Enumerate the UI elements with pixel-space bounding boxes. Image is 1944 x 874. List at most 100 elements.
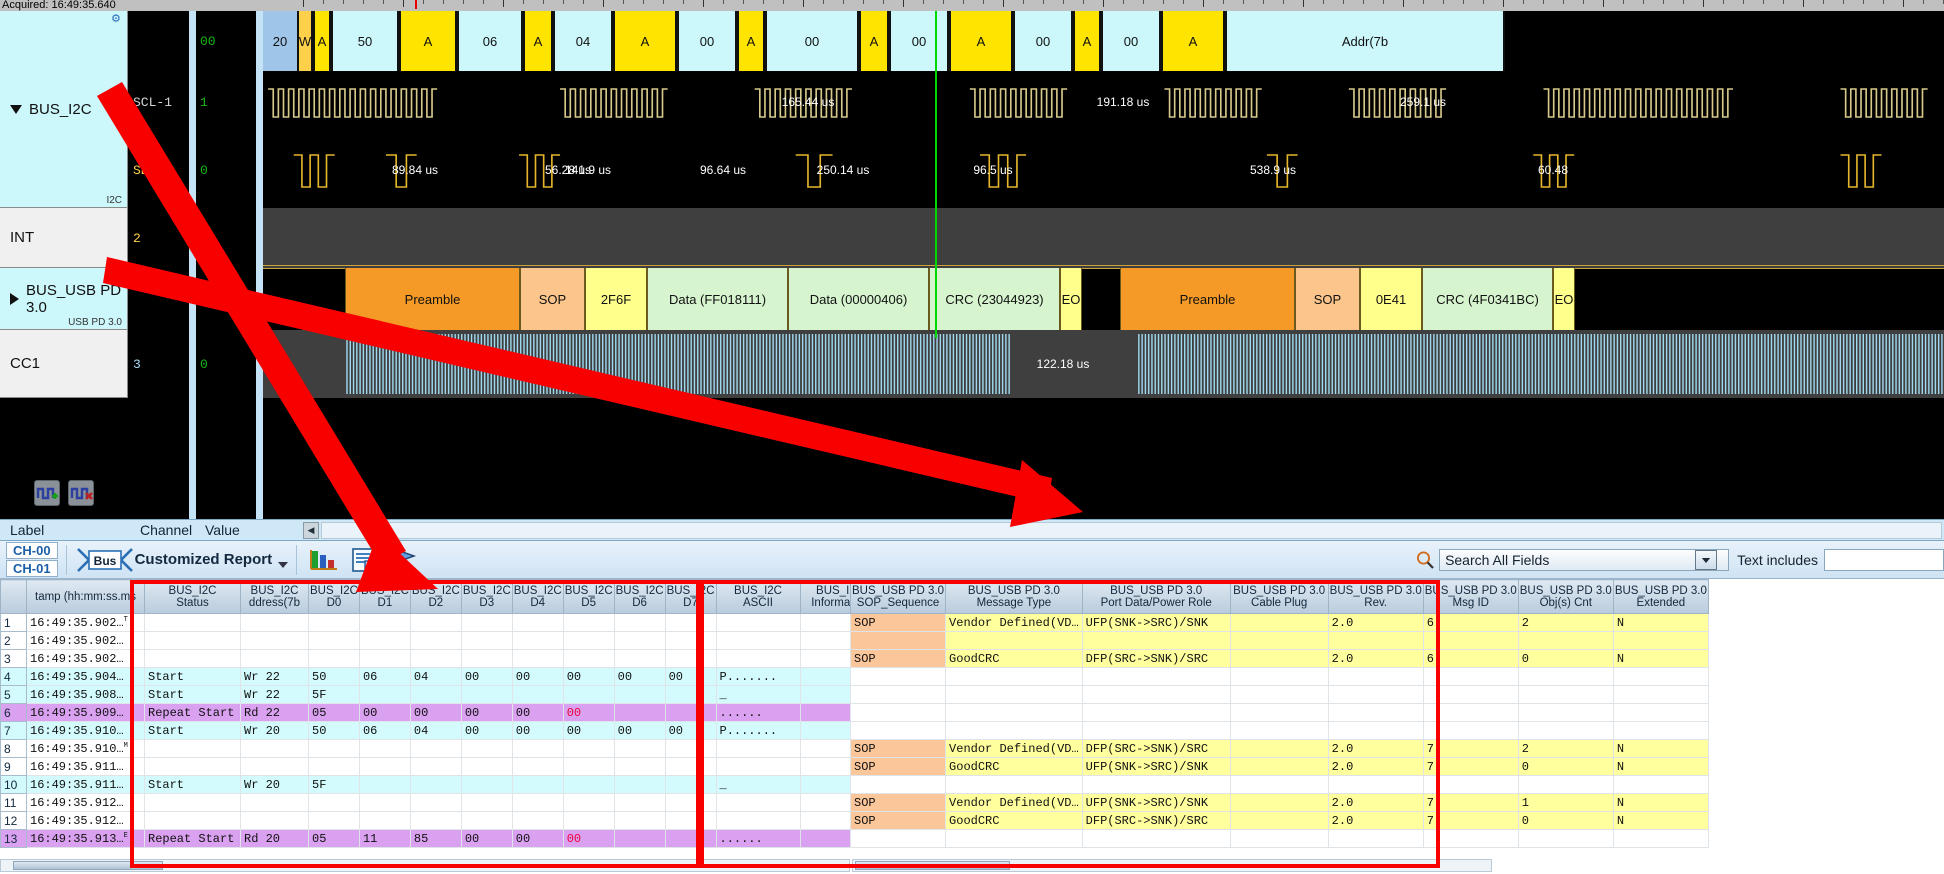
usbpd-packet-block[interactable]: CRC (4F0341BC)	[1422, 268, 1553, 330]
expand-triangle-icon[interactable]	[10, 293, 19, 305]
chevron-down-icon[interactable]	[278, 562, 288, 568]
i2c-report-table[interactable]: tamp (hh:mm:ss.msBUS_I2CStatusBUS_I2Cddr…	[0, 579, 881, 848]
cc1-waveform-lane[interactable]: 122.18 us	[263, 330, 1944, 398]
usbpd-column-header[interactable]: BUS_USB PD 3.0Obj(s) Cnt	[1518, 580, 1613, 614]
i2c-column-header[interactable]: BUS_I2Cddress(7b	[241, 580, 309, 614]
i2c-column-header[interactable]: BUS_I2CStatus	[145, 580, 241, 614]
table-row[interactable]	[851, 632, 1709, 650]
i2c-decode-segment[interactable]: 50	[331, 11, 399, 71]
scope-panes[interactable]: 20WA50A06A04A00A00A00A00A00AAddr(7b 165.…	[263, 11, 1944, 524]
search-field-container[interactable]	[1439, 549, 1729, 571]
bar-chart-icon[interactable]	[308, 545, 342, 575]
usbpd-report-table[interactable]: BUS_USB PD 3.0SOP_SequenceBUS_USB PD 3.0…	[850, 579, 1709, 848]
table-row[interactable]: 316:49:35.902…	[1, 650, 881, 668]
table-row[interactable]	[851, 668, 1709, 686]
table-row[interactable]: 1216:49:35.912…	[1, 812, 881, 830]
scl-waveform-lane[interactable]: 165.44 us191.18 us259.1 us	[263, 71, 1944, 133]
channel-label-bus-i2c[interactable]: ⚙ BUS_I2C I2C	[0, 11, 128, 208]
table-row[interactable]: 616:49:35.909…Repeat StartRd 22050000000…	[1, 704, 881, 722]
usbpd-packet-block[interactable]: 0E41	[1360, 268, 1422, 330]
i2c-column-header[interactable]: BUS_I2CD0	[309, 580, 360, 614]
gear-icon[interactable]: ⚙	[111, 14, 122, 25]
i2c-column-header[interactable]: BUS_I2CD2	[410, 580, 461, 614]
i2c-decode-segment[interactable]: 06	[457, 11, 523, 71]
table-row[interactable]: 816:49:35.910…M	[1, 740, 881, 758]
customized-report-label[interactable]: Customized Report	[135, 551, 273, 568]
scroll-left-button[interactable]: ◀	[303, 522, 319, 539]
table-row[interactable]	[851, 830, 1709, 848]
i2c-column-header[interactable]: BUS_I2CD7	[665, 580, 716, 614]
i2c-column-header[interactable]: BUS_I2CD4	[512, 580, 563, 614]
time-cursor[interactable]	[935, 11, 937, 338]
save-report-icon[interactable]	[348, 545, 382, 575]
table-row[interactable]: SOPVendor Defined(VD…DFP(SRC->SNK)/SRC2.…	[851, 740, 1709, 758]
i2c-decode-segment[interactable]: A	[1161, 11, 1225, 71]
table-row[interactable]: 716:49:35.910…StartWr 205006040000000000…	[1, 722, 881, 740]
table-row[interactable]: SOPVendor Defined(VD…UFP(SNK->SRC)/SNK2.…	[851, 794, 1709, 812]
i2c-column-header[interactable]: BUS_I2CASCII	[716, 580, 800, 614]
usbpd-packet-block[interactable]: Data (FF018111)	[647, 268, 788, 330]
usbpd-packet-block[interactable]: EO	[1553, 268, 1575, 330]
usbpd-packet-block[interactable]: SOP	[1295, 268, 1360, 330]
search-icon[interactable]	[1415, 550, 1435, 570]
table-row[interactable]: SOPGoodCRCUFP(SNK->SRC)/SNK2.070N	[851, 758, 1709, 776]
i2c-decode-segment[interactable]: 00	[1013, 11, 1073, 71]
i2c-decode-segment[interactable]: A	[313, 11, 331, 71]
channel-label-cc1[interactable]: CC1	[0, 330, 128, 398]
usbpd-packet-block[interactable]: Preamble	[345, 268, 520, 330]
table-row[interactable]: 516:49:35.908…StartWr 225F_	[1, 686, 881, 704]
table-row[interactable]	[851, 686, 1709, 704]
table-row[interactable]	[851, 704, 1709, 722]
row-number-header[interactable]	[1, 580, 27, 614]
table-row[interactable]	[851, 722, 1709, 740]
i2c-decode-segment[interactable]: A	[737, 11, 765, 71]
i2c-decode-segment[interactable]: A	[399, 11, 457, 71]
usbpd-column-header[interactable]: BUS_USB PD 3.0Msg ID	[1423, 580, 1518, 614]
i2c-decode-segment[interactable]: 20	[263, 11, 297, 71]
i2c-decode-segment[interactable]: A	[949, 11, 1013, 71]
i2c-decode-segment[interactable]: A	[523, 11, 553, 71]
collapse-triangle-icon[interactable]	[10, 105, 22, 114]
i2c-decode-segment[interactable]: Addr(7b	[1225, 11, 1505, 71]
usbpd-column-header[interactable]: BUS_USB PD 3.0Cable Plug	[1230, 580, 1328, 614]
i2c-table-hscrollbar[interactable]	[0, 859, 850, 872]
sda-waveform-lane[interactable]: 89.84 us56.28 us141.9 us96.64 us250.14 u…	[263, 133, 1944, 208]
usbpd-packet-block[interactable]: CRC (23044923)	[929, 268, 1060, 330]
channel-label-bus-usbpd[interactable]: ⚙ BUS_USB PD 3.0 USB PD 3.0	[0, 268, 128, 330]
table-row[interactable]	[851, 776, 1709, 794]
run-flag-icon[interactable]	[388, 545, 422, 575]
usbpd-packet-block[interactable]: SOP	[520, 268, 585, 330]
gear-icon[interactable]: ⚙	[111, 271, 122, 282]
timestamp-header[interactable]: tamp (hh:mm:ss.ms	[27, 580, 145, 614]
chevron-down-icon[interactable]	[1695, 550, 1717, 570]
usbpd-column-header[interactable]: BUS_USB PD 3.0Extended	[1613, 580, 1708, 614]
i2c-decode-lane[interactable]: 20WA50A06A04A00A00A00A00A00AAddr(7b	[263, 11, 1944, 71]
table-row[interactable]: 416:49:35.904…StartWr 225006040000000000…	[1, 668, 881, 686]
time-ruler[interactable]	[303, 0, 1944, 11]
usbpd-packet-block[interactable]: Data (00000406)	[788, 268, 929, 330]
table-row[interactable]: 1316:49:35.913…ERepeat StartRd 200511850…	[1, 830, 881, 848]
table-row[interactable]: 1016:49:35.911…StartWr 205F_	[1, 776, 881, 794]
usbpd-column-header[interactable]: BUS_USB PD 3.0Rev.	[1328, 580, 1423, 614]
i2c-decode-segment[interactable]: A	[613, 11, 677, 71]
usbpd-packet-block[interactable]: EO	[1060, 268, 1082, 330]
i2c-decode-segment[interactable]: A	[859, 11, 889, 71]
table-row[interactable]: 1116:49:35.912…	[1, 794, 881, 812]
table-row[interactable]: 116:49:35.902…T	[1, 614, 881, 632]
remove-channel-button[interactable]	[68, 480, 94, 506]
text-includes-input[interactable]	[1824, 549, 1944, 571]
channel-label-int[interactable]: INT	[0, 208, 128, 268]
usbpd-packet-block[interactable]: Preamble	[1120, 268, 1295, 330]
i2c-decode-segment[interactable]: 00	[765, 11, 859, 71]
i2c-column-header[interactable]: BUS_I2CD1	[359, 580, 410, 614]
table-row[interactable]: 916:49:35.911…	[1, 758, 881, 776]
usbpd-column-header[interactable]: BUS_USB PD 3.0Message Type	[946, 580, 1083, 614]
usbpd-column-header[interactable]: BUS_USB PD 3.0SOP_Sequence	[851, 580, 946, 614]
i2c-decode-segment[interactable]: A	[1073, 11, 1101, 71]
usbpd-column-header[interactable]: BUS_USB PD 3.0Port Data/Power Role	[1082, 580, 1230, 614]
horizontal-scroll-track[interactable]	[321, 522, 1942, 539]
usbpd-packet-block[interactable]: 2F6F	[585, 268, 647, 330]
i2c-column-header[interactable]: BUS_I2CD5	[563, 580, 614, 614]
bus-icon[interactable]: Bus	[75, 547, 135, 573]
i2c-decode-segment[interactable]: 00	[1101, 11, 1161, 71]
